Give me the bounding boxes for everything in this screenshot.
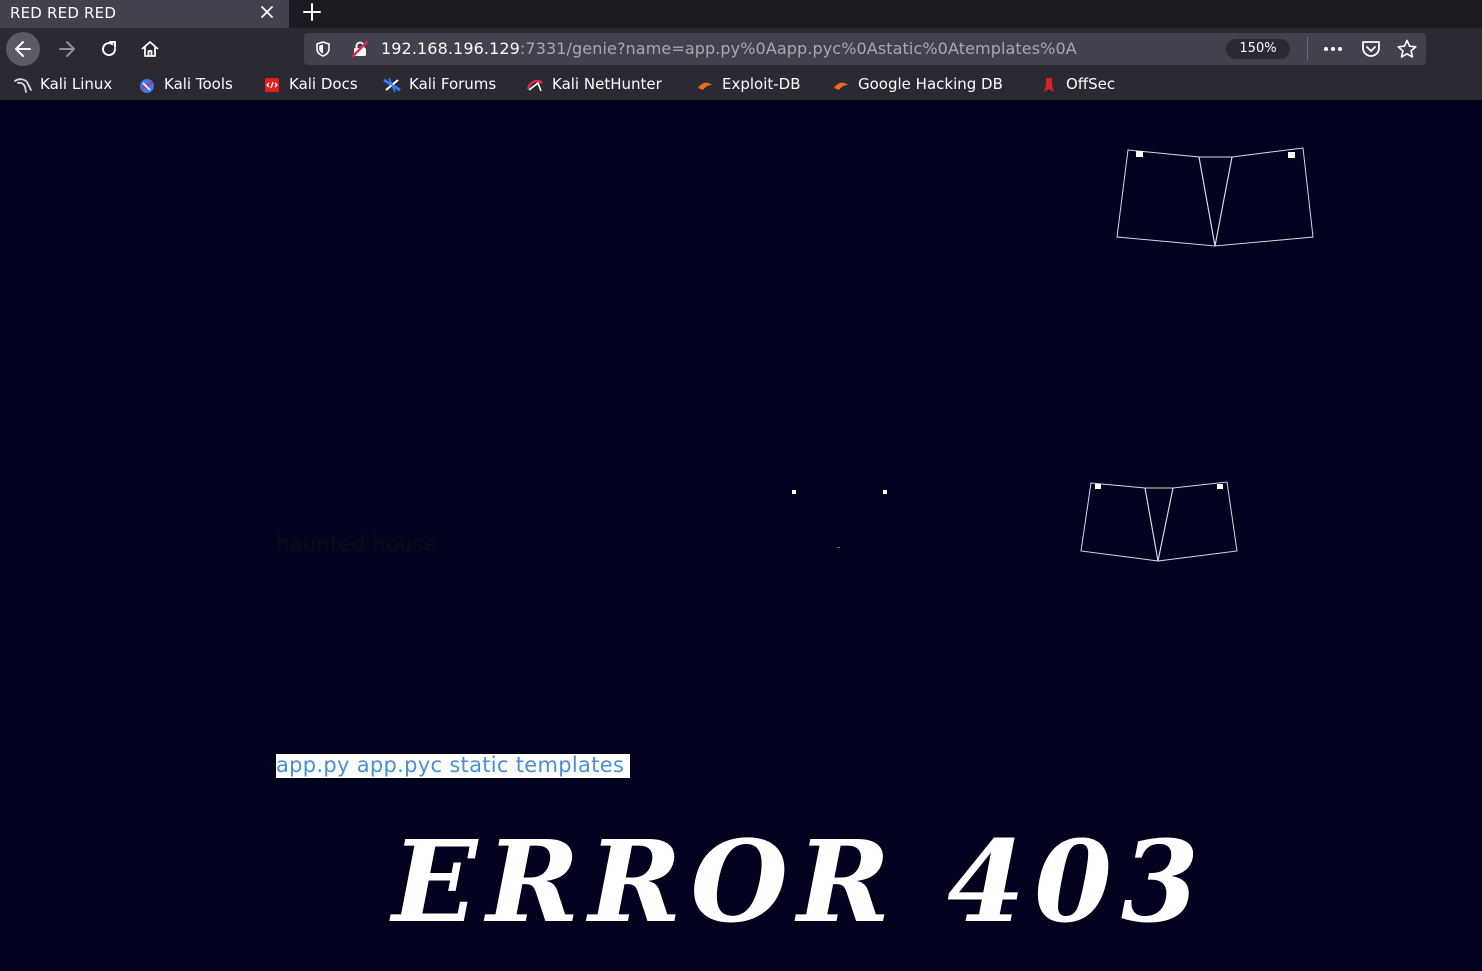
kali-forums-icon [383, 77, 401, 93]
offsec-icon [1044, 78, 1054, 92]
back-arrow-icon [15, 41, 31, 57]
back-button[interactable] [6, 32, 40, 66]
bookmark-label: Kali Tools [164, 75, 233, 93]
bookmark-label: Google Hacking DB [858, 75, 1003, 93]
haunted-window-small-icon [1080, 481, 1238, 562]
ghdb-icon [834, 82, 848, 90]
command-output-listing: app.py app.pyc static templates [276, 754, 631, 778]
url-text[interactable]: 192.168.196.129:7331/genie?name=app.py%0… [381, 39, 1077, 58]
bookmarks-toolbar: Kali Linux Kali Tools Kali Docs Kali For… [0, 70, 1482, 100]
zoom-level-badge[interactable]: 150% [1226, 39, 1290, 59]
bookmark-label: Exploit-DB [722, 75, 801, 93]
home-button[interactable] [133, 32, 167, 66]
tab-close-icon[interactable] [255, 2, 279, 24]
bookmark-label: Kali NetHunter [552, 75, 662, 93]
tab-title: RED RED RED [10, 4, 117, 22]
page-actions-menu-icon[interactable] [1322, 39, 1344, 63]
pocket-icon[interactable] [1360, 39, 1382, 63]
url-host: 192.168.196.129 [381, 39, 520, 58]
error-403-heading: ERROR 403 [392, 817, 1208, 948]
address-bar-divider [1307, 37, 1308, 61]
tab-active[interactable]: RED RED RED [0, 0, 289, 28]
new-tab-plus-icon[interactable] [298, 0, 326, 24]
tracking-protection-shield-icon[interactable] [314, 40, 332, 62]
bookmark-label: OffSec [1066, 75, 1116, 93]
reload-icon [102, 41, 117, 57]
kali-dragon-icon [14, 78, 32, 93]
haunted-house-text: haunted house [276, 532, 438, 556]
page-content: haunted house app.py app.pyc static temp… [0, 100, 1482, 971]
bookmark-star-icon[interactable] [1396, 39, 1418, 63]
browser-window: RED RED RED 192.168.196.129:7331/genie?n… [0, 0, 1482, 971]
url-path: :7331/genie?name=app.py%0Aapp.pyc%0Astat… [519, 39, 1077, 58]
ghost-eyes-icon [792, 490, 887, 548]
address-bar[interactable]: 192.168.196.129:7331/genie?name=app.py%0… [304, 33, 1426, 65]
forward-button[interactable] [50, 32, 84, 66]
tab-bar: RED RED RED [0, 0, 1482, 28]
reload-button[interactable] [92, 32, 126, 66]
navigation-toolbar: 192.168.196.129:7331/genie?name=app.py%0… [0, 28, 1482, 70]
nethunter-icon [526, 79, 543, 92]
bookmark-label: Kali Docs [289, 75, 358, 93]
bookmark-label: Kali Linux [40, 75, 113, 93]
haunted-window-large-icon [1116, 147, 1314, 247]
insecure-connection-lock-icon[interactable] [351, 40, 369, 62]
bookmark-label: Kali Forums [409, 75, 497, 93]
kali-docs-icon [265, 78, 279, 92]
home-icon [141, 41, 159, 57]
forward-arrow-icon [59, 41, 75, 57]
kali-tools-icon [140, 79, 154, 93]
exploit-db-icon [698, 82, 712, 90]
